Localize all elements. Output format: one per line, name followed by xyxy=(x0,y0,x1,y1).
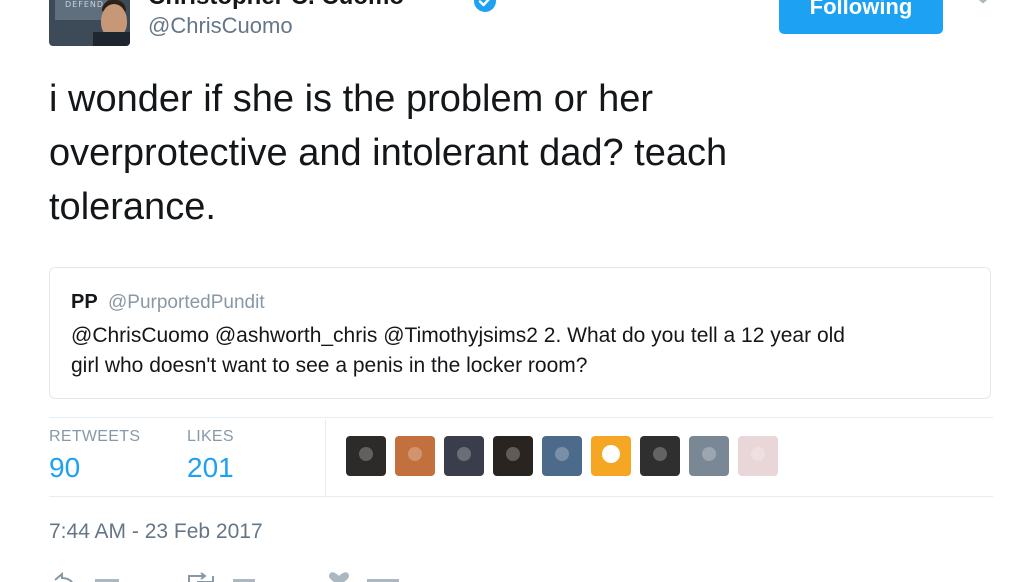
liker-avatar-9[interactable] xyxy=(738,436,778,476)
chevron-down-icon[interactable] xyxy=(970,0,996,10)
author-avatar[interactable]: DEFEND xyxy=(49,0,130,46)
liker-avatar-2[interactable] xyxy=(395,436,435,476)
like-count[interactable] xyxy=(367,572,403,582)
tweet-actions xyxy=(49,571,549,582)
quoted-author-handle: @PurportedPundit xyxy=(108,292,265,313)
likes-label[interactable]: LIKES xyxy=(187,428,234,446)
verified-badge-icon xyxy=(474,0,496,12)
tweet-text: i wonder if she is the problem or her ov… xyxy=(49,78,728,228)
liker-avatar-3[interactable] xyxy=(444,436,484,476)
retweet-icon[interactable] xyxy=(187,572,215,582)
avatar-background-sign: DEFEND xyxy=(55,0,107,20)
quoted-tweet-text: @ChrisCuomo @ashworth_chris @Timothyjsim… xyxy=(71,324,845,377)
tweet-detail: DEFEND Christopher C. Cuomo @ChrisCuomo … xyxy=(0,0,1035,582)
retweet-count[interactable] xyxy=(233,572,259,582)
stats-divider-top xyxy=(49,417,993,418)
likes-count[interactable]: 201 xyxy=(187,452,234,484)
following-button[interactable]: Following xyxy=(779,0,943,34)
quoted-tweet[interactable]: PP @PurportedPundit @ChrisCuomo @ashwort… xyxy=(49,267,991,399)
liker-avatar-5[interactable] xyxy=(542,436,582,476)
reply-icon[interactable] xyxy=(53,571,75,582)
retweets-count[interactable]: 90 xyxy=(49,452,80,484)
liker-avatar-4[interactable] xyxy=(493,436,533,476)
liker-avatar-6[interactable] xyxy=(591,436,631,476)
liker-avatar-8[interactable] xyxy=(689,436,729,476)
retweets-label[interactable]: RETWEETS xyxy=(49,428,140,446)
reply-count[interactable] xyxy=(95,572,121,582)
avatar-sign-text: DEFEND xyxy=(65,0,105,9)
quoted-author-name: PP xyxy=(71,291,98,313)
liker-avatar-1[interactable] xyxy=(346,436,386,476)
tweet-timestamp[interactable]: 7:44 AM - 23 Feb 2017 xyxy=(49,520,263,544)
liker-avatar-7[interactable] xyxy=(640,436,680,476)
heart-icon[interactable] xyxy=(327,572,351,582)
author-display-name[interactable]: Christopher C. Cuomo xyxy=(148,0,404,11)
stats-divider-bottom xyxy=(49,496,993,497)
avatar-suit xyxy=(93,32,130,46)
stats-separator xyxy=(325,420,326,496)
author-handle[interactable]: @ChrisCuomo xyxy=(148,13,293,39)
